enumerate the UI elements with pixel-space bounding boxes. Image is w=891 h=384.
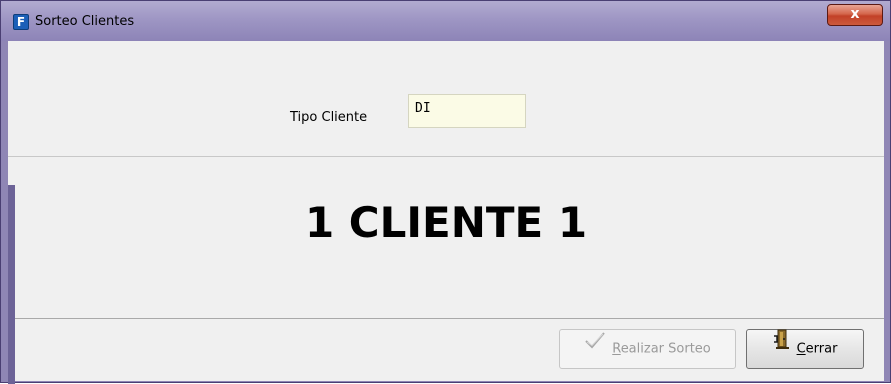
- realizar-sorteo-button[interactable]: Realizar Sorteo: [559, 329, 736, 369]
- tipo-cliente-label: Tipo Cliente: [290, 110, 368, 125]
- close-button[interactable]: x: [827, 4, 883, 26]
- title-bar[interactable]: F Sorteo Clientes x: [1, 1, 890, 41]
- left-frame-edge: [8, 185, 15, 384]
- window-client-area: Tipo Cliente DI 1 CLIENTE 1 Realizar Sor…: [8, 41, 884, 384]
- sorteo-clientes-window: F Sorteo Clientes x Tipo Cliente DI 1 CL…: [0, 0, 891, 384]
- tipo-cliente-input[interactable]: DI: [408, 94, 526, 128]
- close-icon: x: [850, 6, 860, 22]
- app-icon: F: [13, 14, 29, 30]
- checkmark-icon: [584, 328, 606, 366]
- realizar-sorteo-label: Realizar Sorteo: [612, 341, 711, 357]
- cerrar-label: Cerrar: [796, 341, 838, 357]
- door-exit-icon: [773, 328, 791, 366]
- button-bar: Realizar Sorteo Cerrar: [8, 319, 884, 381]
- cerrar-button[interactable]: Cerrar: [746, 329, 864, 369]
- result-panel: 1 CLIENTE 1: [8, 157, 884, 319]
- filter-panel: Tipo Cliente DI: [8, 41, 884, 157]
- result-text: 1 CLIENTE 1: [304, 198, 588, 247]
- window-title: Sorteo Clientes: [35, 14, 135, 29]
